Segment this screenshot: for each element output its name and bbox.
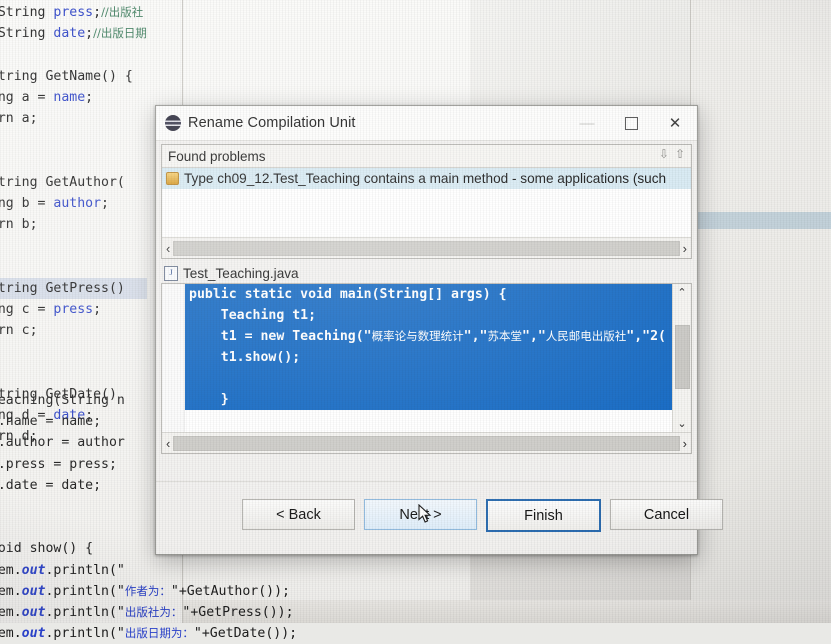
scrollbar-thumb[interactable] — [674, 325, 690, 389]
window-controls: — ✕ — [565, 106, 697, 140]
preview-code-line: Teaching t1; — [185, 305, 691, 326]
code-line: ystem.out.println("出版日期为："+GetDate()); — [0, 626, 298, 642]
next-button[interactable]: Next > — [364, 499, 477, 530]
code-preview[interactable]: public static void main(String[] args) {… — [162, 284, 691, 432]
code-line: c String GetName() { — [0, 68, 133, 84]
scroll-left-icon[interactable]: ‹ — [166, 437, 170, 450]
preview-code-line — [185, 410, 691, 431]
found-problems-header: Found problems ⇩ ⇧ — [162, 145, 691, 168]
preview-code-line: t1 = new Teaching("概率论与数理统计","苏本堂","人民邮电… — [185, 326, 691, 347]
back-button[interactable]: < Back — [242, 499, 355, 530]
code-line: te String press;//出版社 — [0, 5, 144, 20]
preview-file-row: J Test_Teaching.java — [164, 266, 697, 281]
maximize-icon[interactable] — [609, 106, 653, 140]
scrollbar-thumb[interactable] — [173, 240, 680, 256]
code-line: eturn a; — [0, 111, 38, 127]
preview-vertical-scrollbar[interactable]: ⌃ ⌄ — [672, 284, 691, 432]
preview-code-line: public static void main(String[] args) { — [185, 284, 691, 305]
code-line: eturn c; — [0, 323, 38, 339]
code-line: te String date;//出版日期 — [0, 26, 147, 42]
code-line: ystem.out.println("作者为："+GetAuthor()); — [0, 583, 290, 599]
scroll-up-icon[interactable]: ⌃ — [673, 284, 691, 301]
right-pane-highlight-band — [692, 212, 831, 229]
dialog-body: Found problems ⇩ ⇧ Type ch09_12.Test_Tea… — [156, 144, 723, 532]
finish-button[interactable]: Finish — [486, 499, 601, 532]
dialog-title: Rename Compilation Unit — [188, 115, 356, 131]
code-line: tring b = author; — [0, 195, 109, 211]
code-preview-panel: public static void main(String[] args) {… — [161, 283, 692, 454]
minimize-icon[interactable]: — — [565, 106, 609, 140]
code-line: eturn b; — [0, 217, 38, 233]
found-problems-title: Found problems — [168, 148, 266, 164]
list-item[interactable]: Type ch09_12.Test_Teaching contains a ma… — [162, 168, 691, 189]
scroll-left-icon[interactable]: ‹ — [166, 242, 170, 255]
preview-code-lines: public static void main(String[] args) {… — [185, 284, 691, 432]
preview-code-line: t1.show(); — [185, 347, 691, 368]
code-line: ystem.out.println("出版社为："+GetPress()); — [0, 605, 294, 621]
scroll-right-icon[interactable]: › — [683, 437, 687, 450]
screen-photo: te String press;//出版社 te String date;//出版… — [0, 0, 831, 641]
code-line: c String GetPress() — [0, 277, 147, 299]
rename-compilation-unit-dialog[interactable]: Rename Compilation Unit — ✕ Found proble… — [155, 105, 723, 555]
eclipse-icon — [165, 115, 181, 131]
preview-code-line: } — [185, 431, 691, 432]
problems-horizontal-scrollbar[interactable]: ‹ › — [162, 237, 691, 258]
scroll-down-icon[interactable]: ⌄ — [673, 415, 691, 432]
code-line: tring a = name; — [0, 89, 94, 105]
scroll-right-icon[interactable]: › — [683, 242, 687, 255]
problem-nav: ⇩ ⇧ — [659, 147, 685, 161]
problem-next-icon[interactable]: ⇩ — [659, 147, 669, 161]
cancel-button[interactable]: Cancel — [610, 499, 723, 530]
preview-code-line — [185, 368, 691, 389]
preview-file-name: Test_Teaching.java — [183, 266, 299, 281]
dialog-button-bar: < Back Next > Finish Cancel — [156, 481, 723, 554]
java-file-icon: J — [164, 266, 178, 281]
scrollbar-thumb[interactable] — [173, 435, 680, 451]
preview-gutter — [162, 284, 185, 432]
found-problems-panel: Found problems ⇩ ⇧ Type ch09_12.Test_Tea… — [161, 144, 692, 259]
preview-code-line: } — [185, 389, 691, 410]
close-icon[interactable]: ✕ — [653, 106, 697, 140]
problem-list[interactable]: Type ch09_12.Test_Teaching contains a ma… — [162, 168, 691, 237]
dialog-title-bar: Rename Compilation Unit — ✕ — [156, 106, 697, 141]
code-line: ystem.out.println(" — [0, 562, 125, 578]
preview-horizontal-scrollbar[interactable]: ‹ › — [162, 432, 691, 453]
code-line: tring c = press; — [0, 301, 102, 317]
problem-prev-icon[interactable]: ⇧ — [675, 147, 685, 161]
warning-icon — [166, 172, 179, 185]
button-row: < Back Next > Finish Cancel — [242, 499, 723, 532]
problem-text: Type ch09_12.Test_Teaching contains a ma… — [184, 171, 667, 186]
code-line: c String GetAuthor( — [0, 174, 125, 190]
